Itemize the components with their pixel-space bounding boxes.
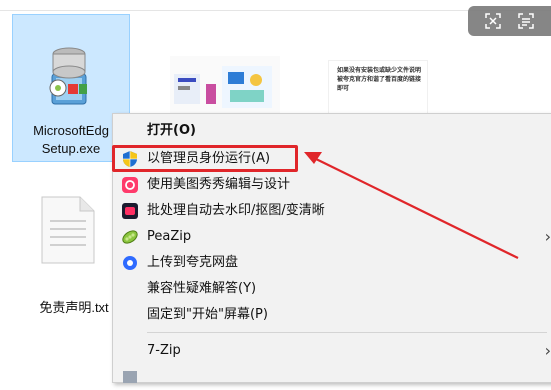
document-thumbnail[interactable]: 如果没有安装包或缺少文件说明被夸克官方和谐了看百度的链接即可	[328, 60, 428, 118]
menu-item-partial[interactable]	[113, 364, 551, 390]
exe-label-line2: Setup.exe	[41, 141, 101, 156]
menu-item-icon	[121, 368, 139, 386]
menu-item-label: 批处理自动去水印/抠图/变清晰	[147, 203, 325, 218]
thumbnail-text: 如果没有安装包或缺少文件说明被夸克官方和谐了看百度的链接即可	[337, 68, 422, 92]
menu-item-pin-start[interactable]: 固定到"开始"屏幕(P)	[113, 302, 551, 328]
menu-item-label: 兼容性疑难解答(Y)	[147, 281, 257, 296]
menu-item-compat-troubleshoot[interactable]: 兼容性疑难解答(Y)	[113, 276, 551, 302]
scan-icon[interactable]	[517, 12, 535, 30]
annotation-highlight-box	[112, 145, 298, 172]
annotation-arrow	[304, 152, 519, 259]
image-toolbar	[468, 6, 551, 36]
meitu-icon	[121, 176, 139, 194]
txt-file-label: 免责声明.txt	[39, 300, 109, 315]
exe-label-line1: MicrosoftEdg	[33, 123, 109, 138]
image-thumbnail[interactable]	[170, 56, 280, 116]
menu-item-7zip[interactable]: 7-Zip ›	[113, 338, 551, 364]
menu-item-label: 上传到夸克网盘	[147, 255, 239, 270]
menu-item-label: PeaZip	[147, 229, 192, 244]
menu-separator	[147, 332, 547, 333]
submenu-chevron-icon: ›	[544, 227, 551, 246]
installer-icon	[38, 40, 100, 108]
menu-item-label: 7-Zip	[147, 343, 181, 358]
menu-item-label: 使用美图秀秀编辑与设计	[147, 177, 291, 192]
menu-item-label: 打开(O)	[147, 123, 196, 138]
peazip-icon	[121, 228, 139, 246]
expand-icon[interactable]	[484, 12, 502, 30]
batch-tool-icon	[121, 202, 139, 220]
quark-icon	[121, 254, 139, 272]
menu-item-label: 固定到"开始"屏幕(P)	[147, 307, 268, 322]
text-file-icon[interactable]	[36, 195, 98, 265]
exe-file-label: MicrosoftEdg Setup.exe	[14, 122, 128, 158]
submenu-chevron-icon: ›	[544, 341, 551, 360]
